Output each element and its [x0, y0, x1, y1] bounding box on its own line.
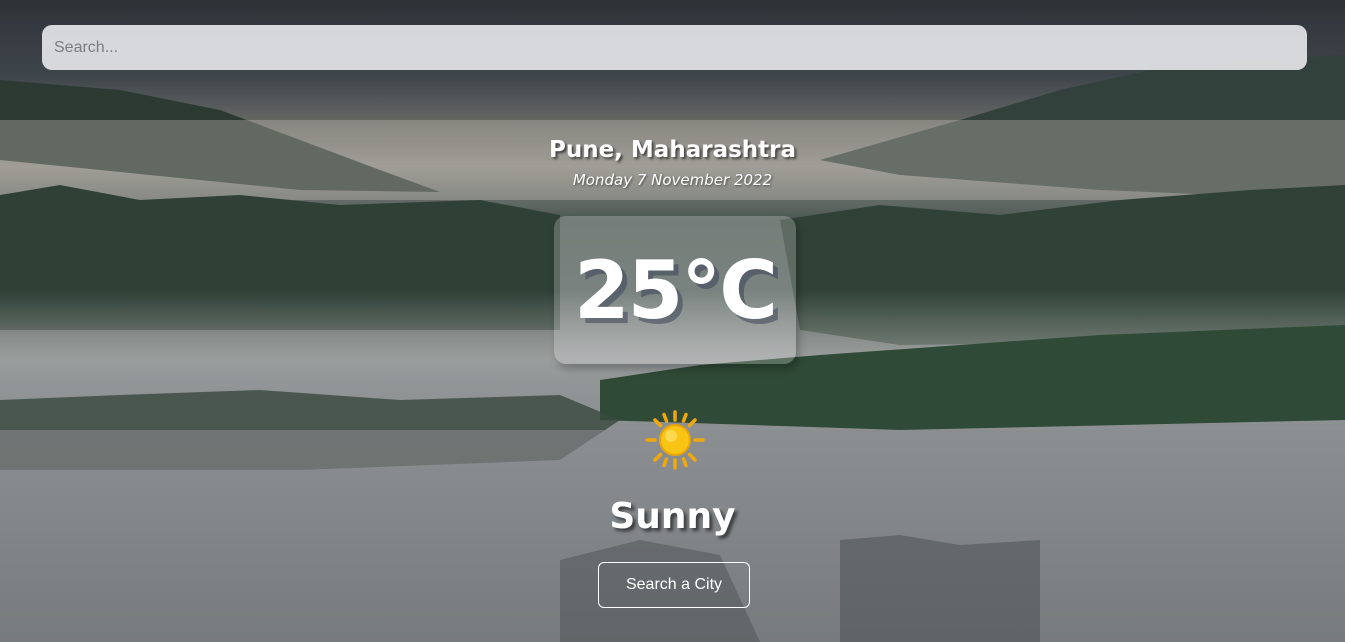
search-input[interactable]: [42, 25, 1307, 70]
sun-icon: [645, 410, 705, 470]
search-city-button[interactable]: Search a City: [598, 562, 750, 608]
city-name: Pune, Maharashtra: [548, 137, 797, 163]
temperature-value: 25°C: [573, 243, 778, 337]
current-date: Monday 7 November 2022: [572, 171, 773, 189]
weather-condition: Sunny: [609, 496, 736, 537]
weather-app: Pune, Maharashtra Monday 7 November 2022…: [0, 0, 1345, 642]
temperature-card: 25°C: [554, 216, 796, 364]
search-bar: [42, 25, 1307, 70]
